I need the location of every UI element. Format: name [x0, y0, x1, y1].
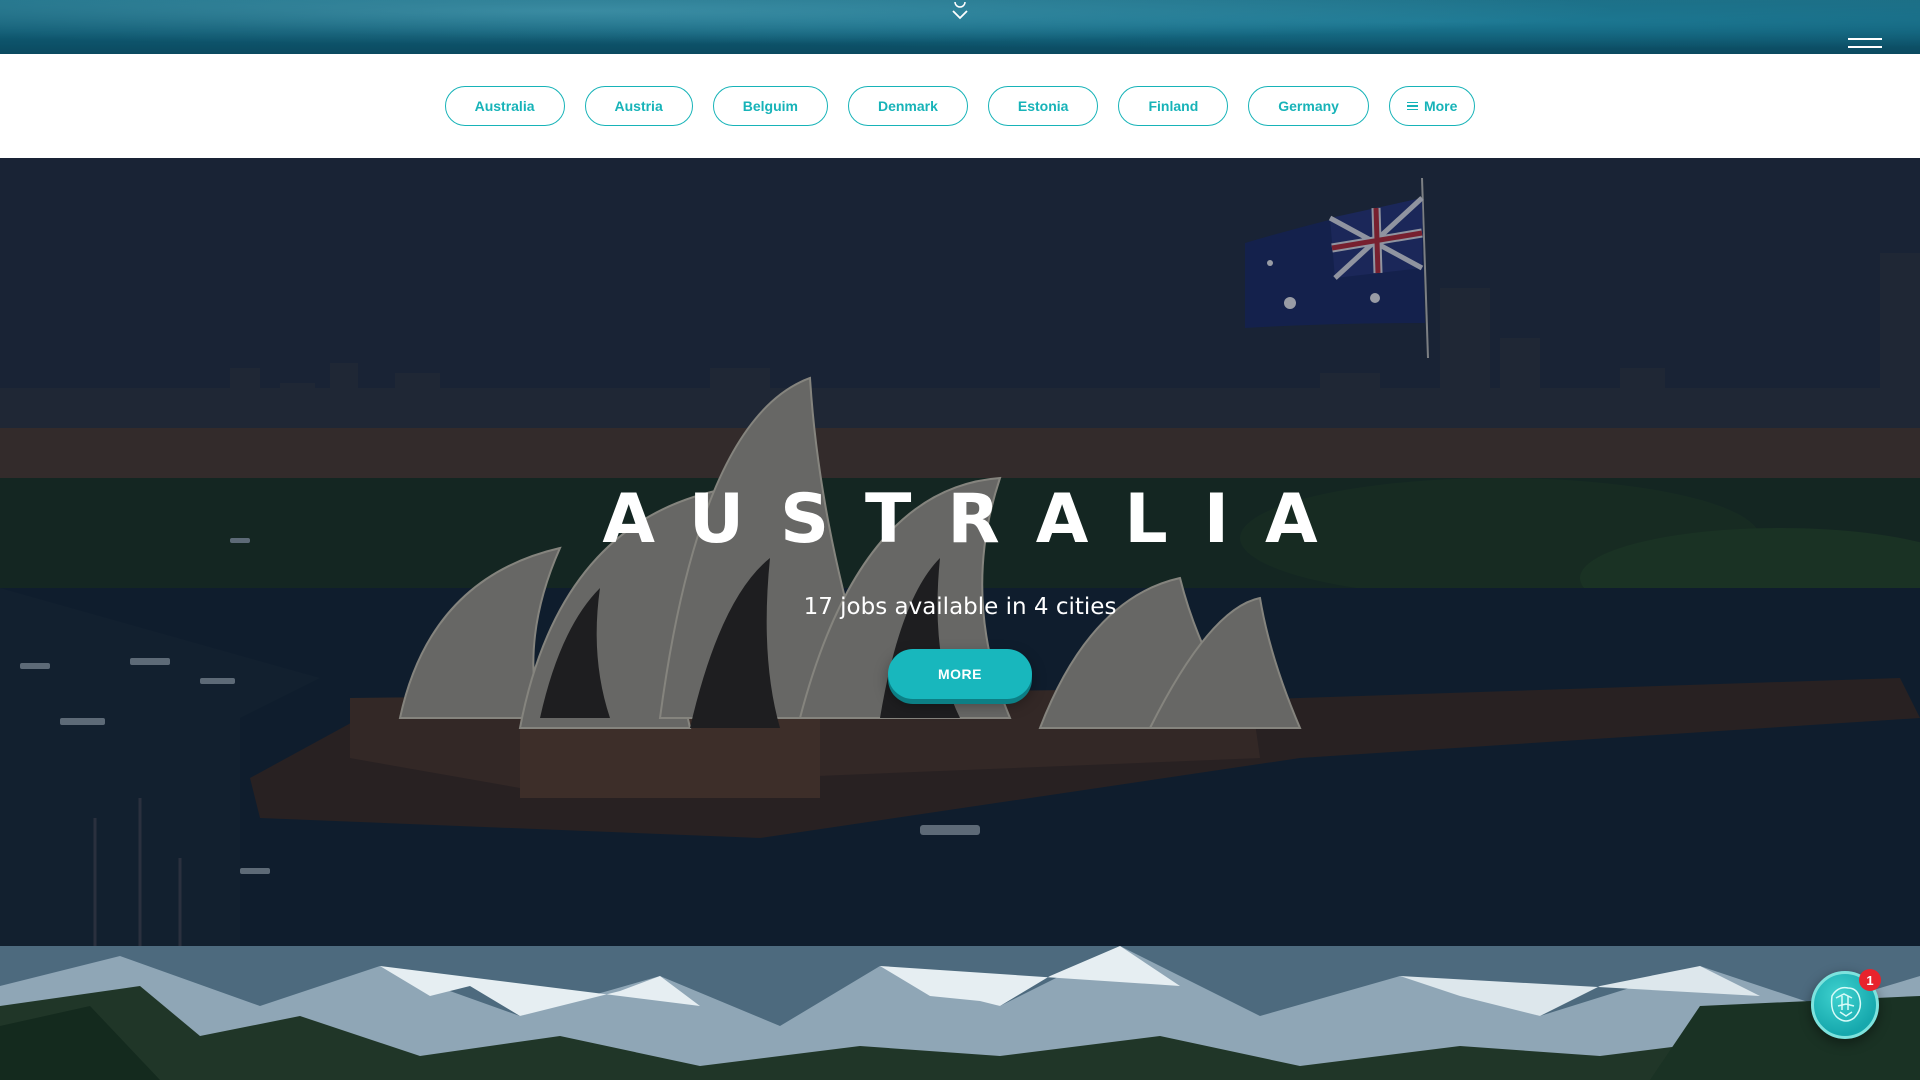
country-nav: Australia Austria Belguim Denmark Estoni… — [0, 54, 1920, 158]
list-icon — [1406, 101, 1418, 111]
country-hero-australia: AUSTRALIA 17 jobs available in 4 cities … — [0, 158, 1920, 946]
country-tab-australia[interactable]: Australia — [444, 86, 565, 126]
more-countries-label: More — [1423, 98, 1458, 114]
chat-notification-badge: 1 — [1859, 969, 1881, 991]
country-tab-denmark[interactable]: Denmark — [847, 86, 968, 126]
country-tab-finland[interactable]: Finland — [1118, 86, 1229, 126]
country-tab-germany[interactable]: Germany — [1248, 86, 1369, 126]
more-countries-button[interactable]: More — [1388, 86, 1476, 126]
country-tab-austria[interactable]: Austria — [584, 86, 693, 126]
hero-subtitle: 17 jobs available in 4 cities — [803, 594, 1117, 620]
next-country-section — [0, 946, 1920, 1080]
country-tab-estonia[interactable]: Estonia — [987, 86, 1099, 126]
hero-more-button[interactable]: MORE — [888, 649, 1032, 699]
top-hero-strip — [0, 0, 1920, 56]
mountain-landscape-photo — [0, 946, 1920, 1080]
hero-title: AUSTRALIA — [602, 480, 1354, 559]
country-tab-belguim[interactable]: Belguim — [712, 86, 828, 126]
chevron-down-icon[interactable] — [951, 0, 969, 22]
